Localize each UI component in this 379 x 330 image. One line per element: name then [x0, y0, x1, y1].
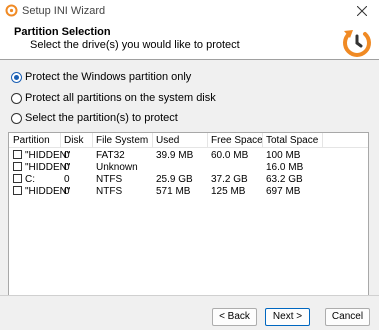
cell-file-system: NTFS [96, 186, 123, 197]
cell-used: 571 MB [156, 186, 191, 197]
close-icon [357, 6, 367, 16]
cell-used: 39.9 MB [156, 150, 194, 161]
wizard-app-icon [5, 4, 18, 17]
cell-disk: 0 [64, 186, 70, 197]
column-header-total-space[interactable]: Total Space [266, 135, 318, 148]
restore-arrow-logo [343, 30, 371, 57]
option-select-partitions[interactable]: Select the partition(s) to protect [11, 112, 178, 124]
column-header-file-system[interactable]: File System [96, 135, 148, 148]
cell-disk: 0 [64, 162, 70, 173]
cell-free-space: 125 MB [211, 186, 246, 197]
cell-total-space: 697 MB [266, 186, 301, 197]
cell-used: 25.9 GB [156, 174, 193, 185]
column-header-used[interactable]: Used [156, 135, 179, 148]
window-title: Setup INI Wizard [22, 5, 106, 17]
column-divider[interactable] [322, 133, 323, 148]
cell-total-space: 100 MB [266, 150, 301, 161]
close-button[interactable] [345, 0, 379, 22]
cell-total-space: 16.0 MB [266, 162, 304, 173]
table-row[interactable]: "HIDDEN" 0 NTFS 571 MB 125 MB 697 MB [9, 186, 368, 197]
option-label: Protect the Windows partition only [25, 71, 192, 83]
option-protect-windows[interactable]: Protect the Windows partition only [11, 71, 191, 83]
radio-button[interactable] [11, 71, 22, 83]
column-divider[interactable] [262, 133, 263, 148]
column-header-partition[interactable]: Partition [13, 135, 50, 148]
column-header-free-space[interactable]: Free Space [211, 135, 263, 148]
cancel-button[interactable]: Cancel [325, 308, 370, 326]
wizard-footer: < Back Next > Cancel [0, 296, 379, 330]
next-button[interactable]: Next > [265, 308, 310, 326]
radio-button[interactable] [11, 92, 22, 104]
page-subtitle: Select the drive(s) you would like to pr… [30, 39, 240, 51]
partition-checkbox[interactable] [13, 150, 22, 159]
cell-partition: C: [25, 174, 35, 185]
partition-checkbox[interactable] [13, 186, 22, 195]
back-button[interactable]: < Back [212, 308, 257, 326]
page-title: Partition Selection [14, 26, 111, 38]
cell-free-space: 60.0 MB [211, 150, 249, 161]
option-label: Protect all partitions on the system dis… [25, 92, 216, 104]
table-header: Partition Disk File System Used Free Spa… [9, 133, 368, 148]
table-row[interactable]: "HIDDEN" 0 FAT32 39.9 MB 60.0 MB 100 MB [9, 150, 368, 161]
title-bar: Setup INI Wizard [0, 0, 379, 22]
partition-table[interactable]: Partition Disk File System Used Free Spa… [8, 132, 369, 296]
option-protect-all[interactable]: Protect all partitions on the system dis… [11, 92, 216, 104]
wizard-header: Partition Selection Select the drive(s) … [0, 22, 379, 60]
table-row[interactable]: C: 0 NTFS 25.9 GB 37.2 GB 63.2 GB [9, 174, 368, 185]
cell-file-system: FAT32 [96, 150, 125, 161]
partition-checkbox[interactable] [13, 162, 22, 171]
column-divider[interactable] [207, 133, 208, 148]
cell-total-space: 63.2 GB [266, 174, 303, 185]
cell-free-space: 37.2 GB [211, 174, 248, 185]
column-divider[interactable] [92, 133, 93, 148]
cell-disk: 0 [64, 174, 70, 185]
radio-button[interactable] [11, 112, 22, 124]
table-row[interactable]: "HIDDEN" 0 Unknown 16.0 MB [9, 162, 368, 173]
cell-file-system: NTFS [96, 174, 123, 185]
partition-checkbox[interactable] [13, 174, 22, 183]
column-header-disk[interactable]: Disk [64, 135, 83, 148]
column-divider[interactable] [152, 133, 153, 148]
cell-file-system: Unknown [96, 162, 138, 173]
option-label: Select the partition(s) to protect [25, 112, 178, 124]
wizard-body: Protect the Windows partition only Prote… [0, 61, 379, 296]
cell-disk: 0 [64, 150, 70, 161]
column-divider[interactable] [60, 133, 61, 148]
